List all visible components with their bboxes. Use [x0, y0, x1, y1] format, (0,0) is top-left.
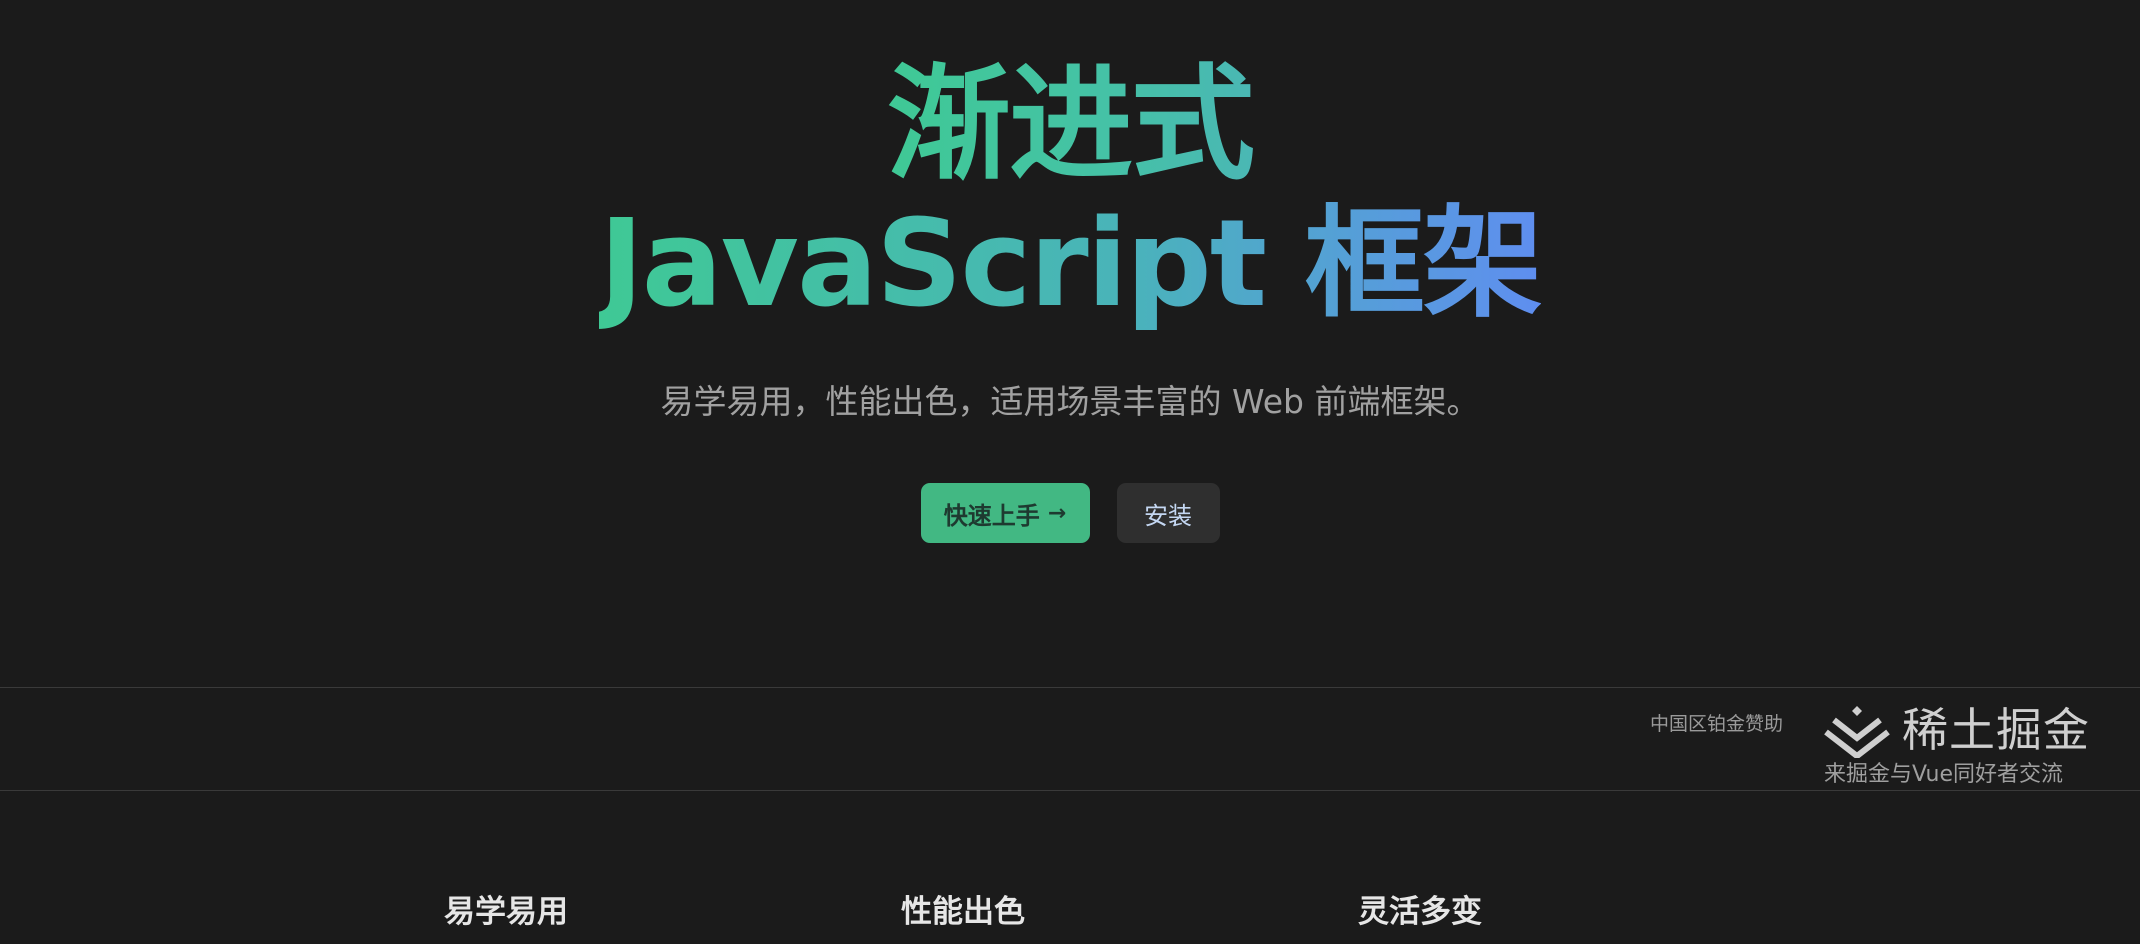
get-started-button[interactable]: 快速上手 →	[920, 483, 1090, 543]
features-section: 易学易用 性能出色 灵活多变	[0, 890, 2140, 944]
sponsor-bar: 中国区铂金赞助 稀土掘金 来掘金与Vue同好者交流	[0, 687, 2140, 791]
hero-title-line2-text: JavaScript 框架	[599, 190, 1543, 340]
hero-actions: 快速上手 → 安装	[0, 483, 2140, 543]
feature-title-versatile: 灵活多变	[1358, 894, 1482, 930]
hero-subtitle: 易学易用，性能出色，适用场景丰富的 Web 前端框架。	[660, 382, 1480, 421]
juejin-slogan: 来掘金与Vue同好者交流	[1824, 762, 2064, 787]
hero-title-line2: JavaScript 框架	[0, 190, 2140, 340]
arrow-right-icon: →	[1047, 500, 1067, 526]
vue-home-page: 渐进式 JavaScript 框架 易学易用，性能出色，适用场景丰富的 Web …	[0, 0, 2140, 944]
feature-title-performant: 性能出色	[901, 894, 1025, 930]
install-label: 安装	[1144, 501, 1192, 530]
install-button[interactable]: 安装	[1116, 483, 1220, 543]
hero-title-line1: 渐进式	[0, 50, 2140, 200]
feature-title-approachable: 易学易用	[444, 894, 568, 930]
get-started-label: 快速上手	[943, 501, 1040, 530]
juejin-logo-icon	[1824, 706, 1890, 758]
juejin-sponsor-link[interactable]: 稀土掘金 来掘金与Vue同好者交流	[1824, 698, 2089, 788]
juejin-name: 稀土掘金	[1902, 703, 2090, 757]
sponsor-label: 中国区铂金赞助	[1650, 713, 1784, 735]
hero-title-line1-text: 渐进式	[887, 50, 1255, 200]
